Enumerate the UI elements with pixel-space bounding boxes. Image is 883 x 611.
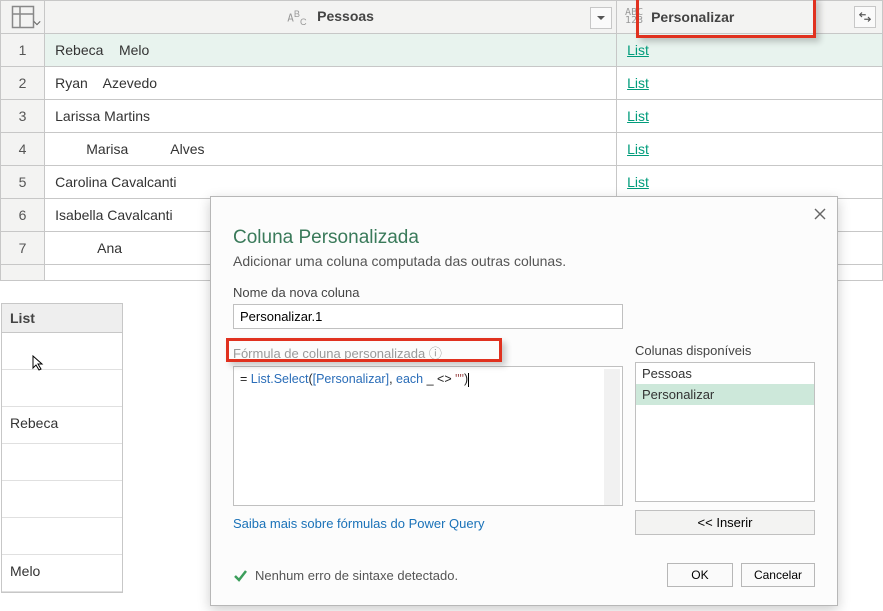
cursor-icon [31, 355, 47, 371]
cell-pessoas[interactable]: Rebeca Melo [45, 34, 617, 67]
type-text-icon: ABC [287, 10, 309, 26]
filter-button-pessoas[interactable] [590, 7, 612, 29]
select-all-header[interactable] [1, 1, 45, 34]
available-column-item[interactable]: Pessoas [636, 363, 814, 384]
check-icon [233, 568, 247, 582]
table-row[interactable]: 5 Carolina Cavalcanti List [1, 166, 883, 199]
formula-editor[interactable]: = List.Select([Personalizar], each _ <> … [233, 366, 623, 506]
available-columns-label: Colunas disponíveis [635, 343, 815, 358]
cell-personalizar[interactable]: List [617, 67, 883, 100]
custom-column-dialog: Coluna Personalizada Adicionar uma colun… [210, 196, 838, 606]
cancel-button[interactable]: Cancelar [741, 563, 815, 587]
table-row[interactable]: 3 Larissa Martins List [1, 100, 883, 133]
column-header-personalizar[interactable]: ABC123 Personalizar [617, 1, 883, 34]
cell-pessoas[interactable]: Ryan Azevedo [45, 67, 617, 100]
type-any-icon: ABC123 [623, 9, 645, 25]
list-preview-header: List [2, 304, 122, 333]
list-item[interactable]: Rebeca [2, 407, 122, 444]
learn-more-link[interactable]: Saiba mais sobre fórmulas do Power Query [233, 516, 484, 531]
cell-pessoas[interactable]: Marisa Alves [45, 133, 617, 166]
syntax-status-message: Nenhum erro de sintaxe detectado. [255, 568, 458, 583]
scrollbar[interactable] [604, 369, 620, 505]
column-header-pessoas[interactable]: ABC Pessoas [45, 1, 617, 34]
name-field-label: Nome da nova coluna [233, 285, 815, 300]
available-columns-list[interactable]: Pessoas Personalizar [635, 362, 815, 502]
table-row[interactable]: 4 Marisa Alves List [1, 133, 883, 166]
cell-pessoas[interactable]: Carolina Cavalcanti [45, 166, 617, 199]
insert-column-button[interactable]: << Inserir [635, 510, 815, 535]
list-item[interactable] [2, 370, 122, 407]
list-preview-panel: List Rebeca Melo [1, 303, 123, 593]
row-header[interactable]: 6 [1, 199, 45, 232]
available-column-item[interactable]: Personalizar [636, 384, 814, 405]
row-header[interactable]: 4 [1, 133, 45, 166]
row-header[interactable] [1, 265, 45, 281]
text-caret [468, 373, 469, 387]
ok-button[interactable]: OK [667, 563, 733, 587]
table-row[interactable]: 1 Rebeca Melo List [1, 34, 883, 67]
row-header[interactable]: 1 [1, 34, 45, 67]
info-icon: ⓘ [429, 346, 442, 361]
list-item[interactable] [2, 333, 122, 370]
row-header[interactable]: 3 [1, 100, 45, 133]
chevron-down-icon [33, 14, 41, 30]
list-item[interactable] [2, 444, 122, 481]
column-label: Personalizar [651, 9, 734, 25]
row-header[interactable]: 2 [1, 67, 45, 100]
cell-personalizar[interactable]: List [617, 100, 883, 133]
list-item[interactable] [2, 518, 122, 555]
cell-personalizar[interactable]: List [617, 34, 883, 67]
cell-pessoas[interactable]: Larissa Martins [45, 100, 617, 133]
dialog-subtitle: Adicionar uma coluna computada das outra… [233, 253, 815, 269]
row-header[interactable]: 5 [1, 166, 45, 199]
table-icon [11, 5, 35, 29]
table-row[interactable]: 2 Ryan Azevedo List [1, 67, 883, 100]
new-column-name-input[interactable] [233, 304, 623, 329]
dialog-title: Coluna Personalizada [233, 227, 815, 249]
expand-button[interactable] [854, 6, 876, 28]
column-label: Pessoas [317, 8, 374, 24]
formula-field-label: Fórmula de coluna personalizada ⓘ [233, 343, 623, 362]
cell-personalizar[interactable]: List [617, 133, 883, 166]
row-header[interactable]: 7 [1, 232, 45, 265]
list-item[interactable] [2, 481, 122, 518]
cell-personalizar[interactable]: List [617, 166, 883, 199]
list-item[interactable]: Melo [2, 555, 122, 592]
